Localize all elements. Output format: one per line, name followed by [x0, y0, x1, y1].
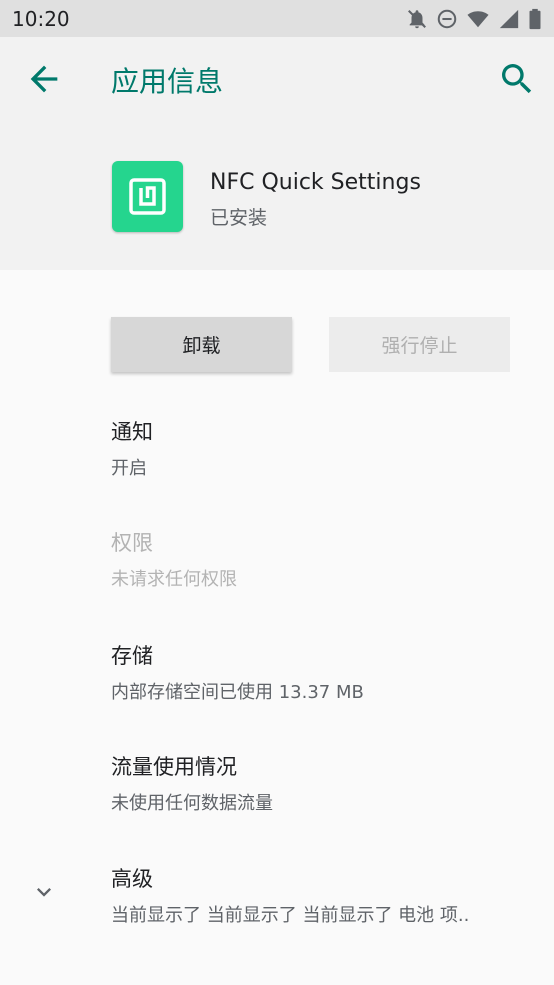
pref-title: 存储 — [111, 644, 153, 668]
pref-permissions: 权限 未请求任何权限 — [111, 527, 237, 591]
notifications-off-icon — [408, 9, 426, 28]
chevron-down-icon — [37, 888, 51, 897]
pref-summary: 内部存储空间已使用 13.37 MB — [111, 682, 364, 703]
pref-data-usage[interactable]: 流量使用情况 未使用任何数据流量 — [111, 751, 273, 815]
app-bar: 应用信息 — [0, 37, 554, 125]
pref-summary: 当前显示了 当前显示了 当前显示了 电池 项.. — [111, 905, 470, 926]
arrow-back-icon — [30, 65, 58, 93]
status-icons — [406, 8, 542, 30]
pref-storage[interactable]: 存储 内部存储空间已使用 13.37 MB — [111, 640, 364, 704]
pref-title: 高级 — [111, 867, 153, 891]
search-icon — [502, 64, 532, 94]
page-title: 应用信息 — [111, 65, 224, 98]
force-stop-button: 强行停止 — [329, 317, 510, 372]
status-bar: 10:20 — [0, 0, 554, 37]
app-header: NFC Quick Settings 已安装 — [0, 125, 554, 270]
pref-notifications[interactable]: 通知 开启 — [111, 416, 153, 480]
pref-summary: 开启 — [111, 458, 147, 479]
nfc-icon — [129, 178, 166, 215]
status-time: 10:20 — [12, 6, 70, 31]
app-icon — [112, 161, 183, 232]
do-not-disturb-icon — [437, 9, 457, 28]
uninstall-button[interactable]: 卸载 — [111, 317, 292, 372]
back-button[interactable] — [24, 59, 64, 99]
cellular-signal-icon — [499, 9, 519, 28]
pref-summary: 未请求任何权限 — [111, 569, 237, 590]
wifi-icon — [467, 10, 489, 27]
pref-title: 通知 — [111, 420, 153, 444]
pref-title: 流量使用情况 — [111, 755, 237, 779]
pref-summary: 未使用任何数据流量 — [111, 793, 273, 814]
pref-title: 权限 — [111, 531, 153, 555]
search-button[interactable] — [497, 59, 537, 99]
pref-advanced[interactable]: 高级 当前显示了 当前显示了 当前显示了 电池 项.. — [111, 863, 531, 927]
app-name: NFC Quick Settings — [210, 170, 421, 195]
app-install-status: 已安装 — [210, 207, 268, 229]
battery-icon — [529, 8, 541, 29]
